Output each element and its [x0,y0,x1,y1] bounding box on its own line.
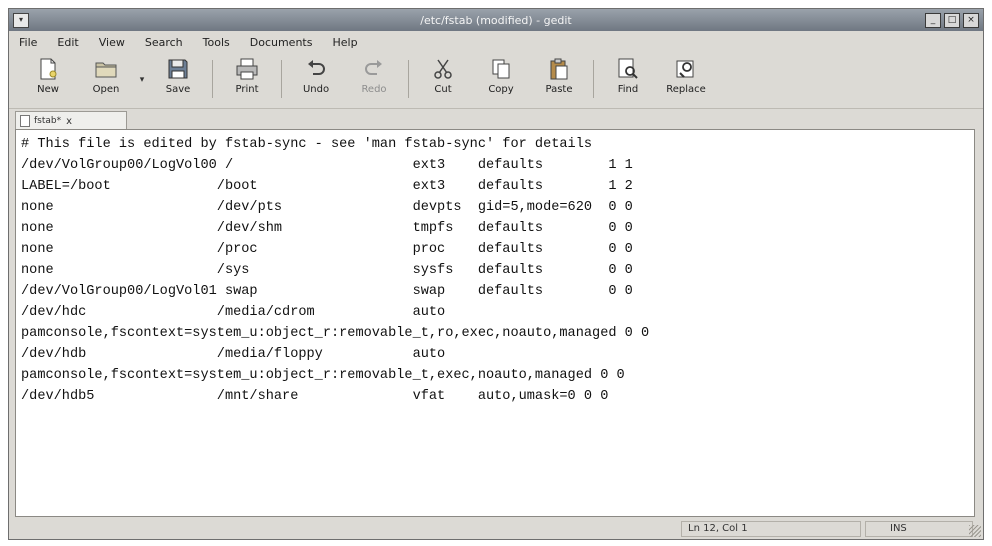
undo-button[interactable]: Undo [287,53,345,105]
replace-button[interactable]: Replace [657,53,715,105]
editor-text: # This file is edited by fstab-sync - se… [21,134,649,407]
printer-icon [236,58,258,80]
cursor-position: Ln 12, Col 1 [681,521,861,537]
document-icon [20,115,30,127]
editor-line[interactable]: none /dev/shm tmpfs defaults 0 0 [21,218,649,239]
minimize-icon[interactable]: _ [925,13,941,28]
find-replace-icon [676,60,694,78]
close-icon[interactable]: × [963,13,979,28]
tab-fstab[interactable]: fstab* x [15,111,127,130]
editor-line[interactable]: none /proc proc defaults 0 0 [21,239,649,260]
editor-line[interactable]: LABEL=/boot /boot ext3 defaults 1 2 [21,176,649,197]
editor-line[interactable]: /dev/VolGroup00/LogVol00 / ext3 defaults… [21,155,649,176]
window-menu-icon[interactable]: ▾ [13,13,29,28]
undo-icon [308,60,325,75]
menu-bar: File Edit View Search Tools Documents He… [9,31,983,53]
status-bar: Ln 12, Col 1 INS [9,519,983,539]
editor-line[interactable]: pamconsole,fscontext=system_u:object_r:r… [21,323,649,344]
toolbar-separator [212,60,213,98]
menu-search[interactable]: Search [135,36,193,49]
editor-line[interactable]: pamconsole,fscontext=system_u:object_r:r… [21,365,649,386]
new-button[interactable]: New [19,53,77,105]
text-editor[interactable]: # This file is edited by fstab-sync - se… [15,129,975,517]
editor-line[interactable]: /dev/hdb /media/floppy auto [21,344,649,365]
floppy-disk-icon [168,59,188,79]
maximize-icon[interactable]: □ [944,13,960,28]
paste-button[interactable]: Paste [530,53,588,105]
redo-icon [365,60,382,75]
window-controls: _ □ × [925,13,979,28]
menu-edit[interactable]: Edit [47,36,88,49]
document-tabs: fstab* x [9,110,983,130]
editor-line[interactable]: none /dev/pts devpts gid=5,mode=620 0 0 [21,197,649,218]
window-title: /etc/fstab (modified) - gedit [420,13,572,27]
editor-line[interactable]: /dev/hdc /media/cdrom auto [21,302,649,323]
open-recent-dropdown[interactable]: ▾ [135,53,149,105]
clipboard-icon [550,58,568,80]
chevron-down-icon: ▾ [139,75,145,85]
folder-icon [95,62,117,78]
resize-grip-icon[interactable] [969,525,981,537]
menu-file[interactable]: File [9,36,47,49]
editor-line[interactable]: /dev/VolGroup00/LogVol01 swap swap defau… [21,281,649,302]
menu-help[interactable]: Help [322,36,367,49]
new-document-icon [40,58,57,80]
gedit-window: ▾ /etc/fstab (modified) - gedit _ □ × Fi… [8,8,984,540]
title-bar[interactable]: ▾ /etc/fstab (modified) - gedit _ □ × [9,9,983,31]
cut-button[interactable]: Cut [414,53,472,105]
toolbar-separator [593,60,594,98]
find-icon [618,58,638,79]
editor-line[interactable]: # This file is edited by fstab-sync - se… [21,134,649,155]
copy-icon [492,59,510,79]
menu-view[interactable]: View [89,36,135,49]
toolbar-separator [281,60,282,98]
menu-tools[interactable]: Tools [193,36,240,49]
toolbar-separator [408,60,409,98]
close-tab-icon[interactable]: x [66,116,72,127]
editor-line[interactable]: none /sys sysfs defaults 0 0 [21,260,649,281]
print-button[interactable]: Print [218,53,276,105]
editor-line[interactable]: /dev/hdb5 /mnt/share vfat auto,umask=0 0… [21,386,649,407]
toolbar: New Open ▾ Save Print Undo Redo Cut Copy… [9,53,983,109]
copy-button[interactable]: Copy [472,53,530,105]
scissors-icon [434,59,452,79]
find-button[interactable]: Find [599,53,657,105]
open-button[interactable]: Open [77,53,135,105]
insert-mode-indicator: INS [865,521,973,537]
save-button[interactable]: Save [149,53,207,105]
menu-documents[interactable]: Documents [240,36,323,49]
tab-label: fstab* [34,116,62,126]
redo-button[interactable]: Redo [345,53,403,105]
